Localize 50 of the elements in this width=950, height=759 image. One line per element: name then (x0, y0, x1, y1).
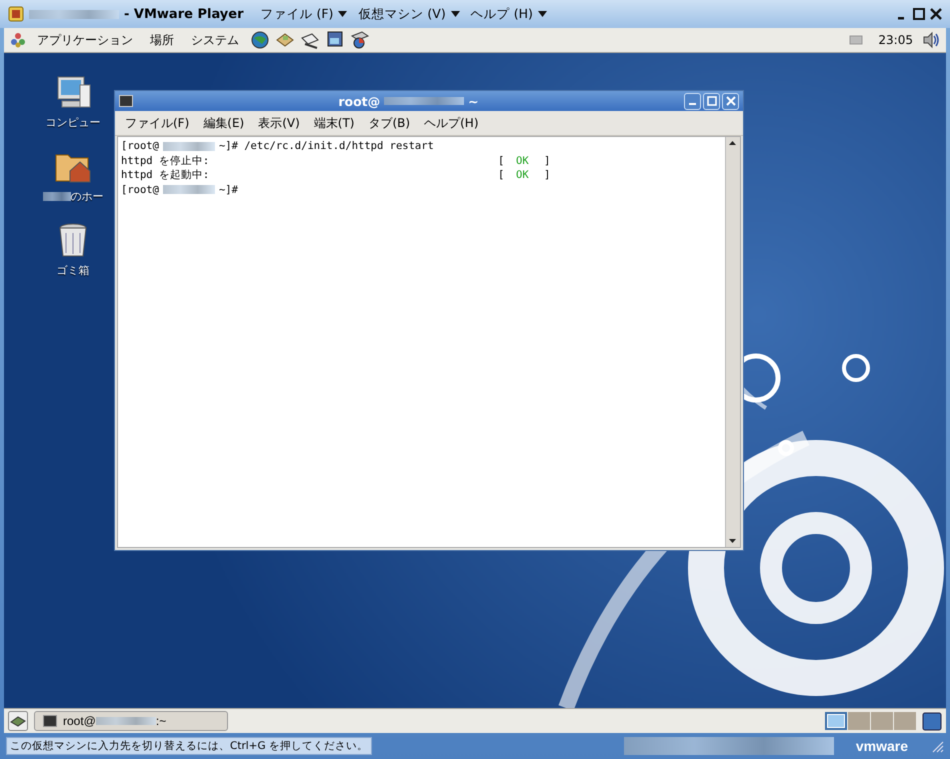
menu-item[interactable]: タブ(B) (368, 114, 410, 132)
panel-menu[interactable]: アプリケーション (37, 32, 133, 48)
taskbar-button[interactable]: root@ :~ (34, 711, 228, 731)
status-hint: この仮想マシンに入力先を切り替えるには、Ctrl+G を押してください。 (6, 737, 372, 755)
globe-icon[interactable] (250, 30, 270, 50)
chart-icon[interactable] (350, 30, 370, 50)
maximize-button[interactable] (703, 92, 720, 110)
trash-icon[interactable] (57, 223, 89, 259)
terminal-icon (119, 95, 133, 107)
menu-item[interactable]: 表示(V) (258, 114, 300, 132)
vmware-logo: vmware (856, 738, 908, 754)
panel-menu[interactable]: システム (191, 32, 239, 48)
clock[interactable]: 23:05 (878, 33, 913, 47)
terminal-line: [root@ ~]# /etc/rc.d/init.d/httpd restart (121, 139, 435, 154)
workspace-button[interactable] (825, 712, 847, 730)
close-icon[interactable] (930, 8, 942, 20)
desktop-icon-label[interactable]: ゴミ箱 (56, 263, 90, 278)
resize-grip-icon[interactable] (930, 739, 944, 753)
close-button[interactable] (722, 92, 739, 110)
caret-icon[interactable] (338, 11, 348, 17)
terminal-line: [root@ ~]# (121, 182, 239, 197)
bracket: [ (498, 168, 506, 182)
desktop-icon-label[interactable]: のホー (42, 189, 104, 204)
volume-icon[interactable] (922, 31, 940, 49)
menu-item[interactable]: ヘルプ (H) (470, 6, 533, 22)
terminal-title: root@ ~ (338, 94, 479, 108)
maximize-icon[interactable] (913, 8, 925, 20)
terminal-line: httpd を起動中: (121, 168, 210, 182)
menu-item[interactable]: ヘルプ(H) (424, 114, 478, 132)
status-ok: OK (516, 168, 530, 182)
menu-item[interactable]: ファイル (F) (260, 6, 334, 22)
menu-item[interactable]: ファイル(F) (125, 114, 190, 132)
app-icon (8, 6, 24, 22)
bracket: [ (498, 154, 506, 168)
menu-item[interactable]: 編集(E) (203, 114, 244, 132)
panel-menu[interactable]: 場所 (150, 32, 174, 48)
status-ok: OK (516, 154, 530, 168)
desktop-icon-label[interactable]: コンピュー (46, 115, 100, 130)
caret-icon[interactable] (538, 11, 547, 17)
caret-icon[interactable] (450, 11, 460, 17)
bracket: ] (544, 168, 552, 182)
show-desktop-icon[interactable] (8, 711, 28, 731)
minimize-button[interactable] (684, 92, 701, 110)
terminal-line: httpd を停止中: (121, 154, 210, 168)
window-title: - VMware Player (124, 6, 244, 22)
menu-item[interactable]: 端末(T) (314, 114, 354, 132)
bracket: ] (544, 154, 552, 168)
terminal-icon[interactable] (43, 715, 57, 727)
menu-item[interactable]: 仮想マシン (V) (358, 6, 446, 22)
scrollbar[interactable] (725, 137, 740, 547)
